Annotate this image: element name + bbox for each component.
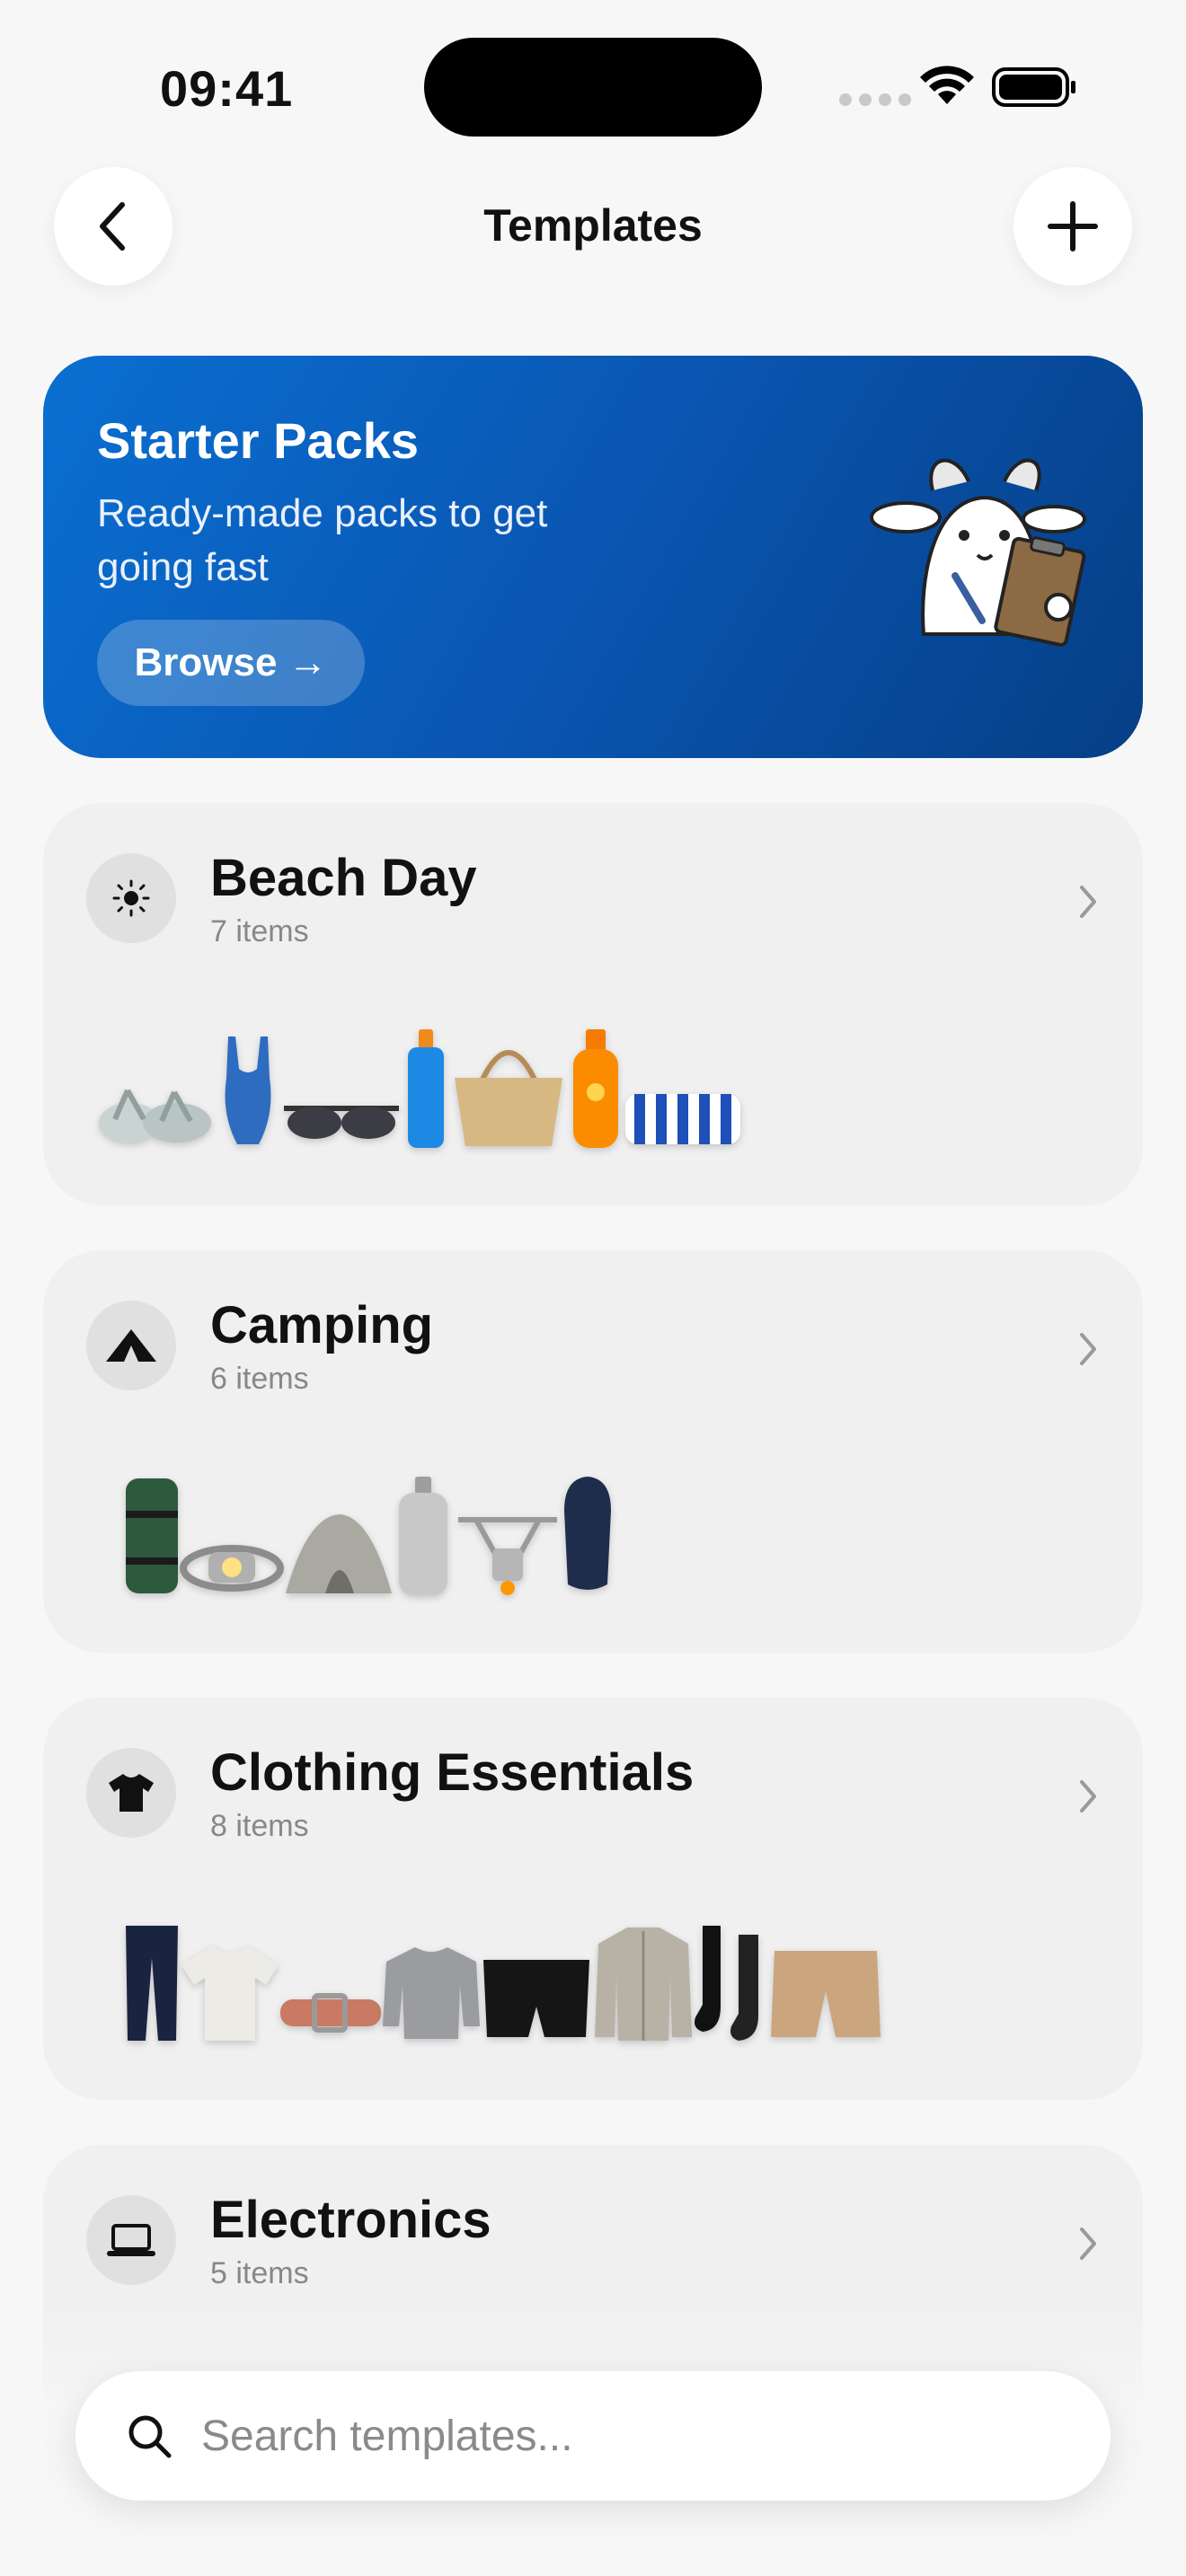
card-item-count: 6 items [210, 1362, 309, 1396]
item-thumbnails [120, 1910, 881, 2044]
status-time: 09:41 [160, 60, 294, 117]
cellular-signal-icon [839, 93, 911, 106]
tent-icon [106, 1329, 156, 1362]
chevron-right-icon [1080, 2228, 1096, 2260]
camp-stove-icon [458, 1517, 557, 1595]
card-icon-badge [86, 853, 176, 943]
dynamic-island [424, 38, 762, 137]
page-title: Templates [483, 200, 703, 251]
card-item-count: 5 items [210, 2256, 309, 2290]
search-bar[interactable] [75, 2371, 1111, 2501]
card-title: Beach Day [210, 849, 477, 907]
t-shirt-item-icon [181, 1945, 279, 2041]
banner-subtitle: Ready-made packs to get going fast [97, 491, 548, 589]
belt-icon [280, 1993, 381, 2033]
shorts-icon [771, 1951, 881, 2037]
tent-item-icon [286, 1514, 392, 1593]
plus-icon [1048, 201, 1098, 251]
card-item-count: 7 items [210, 914, 309, 948]
sleeping-bag-icon [564, 1477, 611, 1590]
status-bar: 09:41 [0, 0, 1186, 171]
chevron-right-icon [1080, 1333, 1096, 1365]
sun-icon [112, 879, 150, 917]
laptop-icon [107, 2224, 155, 2256]
sun-lotion-icon [573, 1029, 618, 1148]
sunscreen-bottle-icon [408, 1029, 444, 1148]
swimsuit-icon [225, 1037, 271, 1144]
template-card-camping[interactable]: Camping 6 items [43, 1250, 1143, 1653]
tshirt-icon [109, 1774, 154, 1812]
card-icon-badge [86, 1301, 176, 1390]
chevron-right-icon [1080, 886, 1096, 918]
template-card-beach-day[interactable]: Beach Day 7 items [43, 803, 1143, 1205]
straw-bag-icon [455, 1050, 562, 1146]
chevron-right-icon [1080, 1780, 1096, 1813]
sweater-icon [383, 1947, 480, 2039]
jacket-icon [595, 1928, 692, 2041]
card-title: Camping [210, 1296, 434, 1354]
socks-icon [695, 1926, 758, 2041]
banner-title: Starter Packs [97, 412, 420, 469]
browse-button-label: Browse [134, 640, 278, 684]
card-title: Clothing Essentials [210, 1743, 695, 1802]
starter-packs-banner[interactable]: Starter Packs Ready-made packs to get go… [43, 356, 1143, 758]
beach-towel-icon [625, 1094, 740, 1144]
jeans-icon [126, 1926, 178, 2041]
gas-canister-icon [399, 1477, 447, 1595]
item-thumbnails [92, 1015, 740, 1150]
item-thumbnails [120, 1462, 611, 1597]
card-item-count: 8 items [210, 1809, 309, 1843]
headlamp-icon [180, 1545, 284, 1592]
flip-flops-icon [99, 1089, 211, 1142]
sleeping-mat-icon [126, 1478, 178, 1593]
arrow-right-icon: → [288, 640, 328, 684]
wifi-icon [920, 66, 974, 104]
card-icon-badge [86, 1748, 176, 1838]
sunglasses-icon [284, 1106, 399, 1139]
card-icon-badge [86, 2195, 176, 2285]
battery-icon [992, 67, 1075, 107]
goat-mascot-icon [870, 458, 1086, 647]
add-template-button[interactable] [1013, 167, 1132, 286]
browse-button[interactable]: Browse → [97, 620, 365, 706]
search-icon [128, 2415, 172, 2458]
template-card-clothing-essentials[interactable]: Clothing Essentials 8 items [43, 1698, 1143, 2100]
search-input[interactable] [201, 2411, 1010, 2461]
boxers-icon [483, 1960, 589, 2037]
card-title: Electronics [210, 2191, 491, 2249]
